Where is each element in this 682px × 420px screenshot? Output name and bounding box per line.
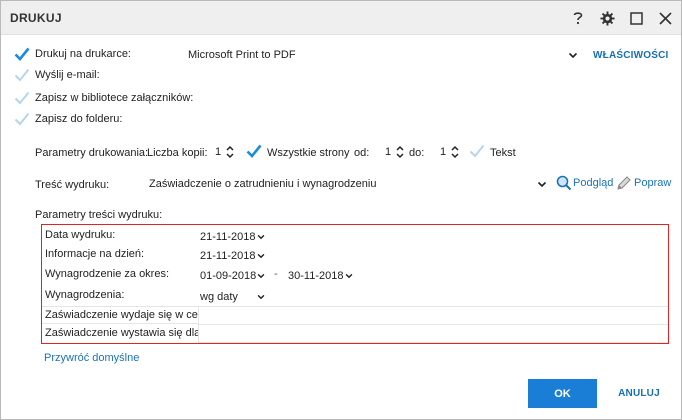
issued-for-label: Zaświadczenie wystawia się dla: [45,327,204,339]
salaries-select[interactable]: wg daty [198,288,268,305]
salaries-value: wg daty [200,290,238,303]
salaries-row: Wynagrodzenia: wg daty [42,287,668,305]
stepper-arrows-icon[interactable] [395,144,405,160]
print-on-printer-label: Drukuj na drukarce: [35,48,131,60]
edit-button[interactable]: Popraw [616,175,671,191]
from-page-stepper[interactable]: 1 [381,143,405,161]
close-icon[interactable] [654,7,676,29]
print-date-label: Data wydruku: [45,229,116,241]
all-pages-label: Wszystkie strony [267,147,350,159]
save-folder-label: Zapisz do folderu: [35,113,123,125]
maximize-icon[interactable] [625,7,647,29]
from-page-value: 1 [384,146,392,158]
to-page-stepper[interactable]: 1 [436,143,460,161]
print-params-label: Parametry drukowania: [35,147,149,159]
content-params-panel: Data wydruku: 21-11-2018 Informacje na d… [41,224,669,344]
salaries-label: Wynagrodzenia: [45,289,125,301]
chevron-down-icon [568,52,578,59]
save-attachments-label: Zapisz w bibliotece załączników: [35,92,194,104]
salary-period-label: Wynagrodzenie za okres: [45,268,170,280]
print-date-picker[interactable]: 21-11-2018 [198,228,268,245]
ok-button[interactable]: OK [528,379,597,408]
salary-period-from-value: 01-09-2018 [200,269,257,282]
chevron-down-icon [345,273,353,279]
title-bar: DRUKUJ [1,1,681,35]
gear-icon[interactable] [596,7,618,29]
salary-period-to-picker[interactable]: 30-11-2018 [286,267,356,284]
print-on-printer-checkbox[interactable] [14,46,30,62]
print-date-value: 21-11-2018 [200,230,256,243]
content-select[interactable]: Zaświadczenie o zatrudnieniu i wynagrodz… [145,175,551,193]
stepper-arrows-icon[interactable] [450,144,460,160]
print-date-row: Data wydruku: 21-11-2018 [42,227,668,245]
issued-for-input[interactable] [198,325,668,343]
content-label: Treść wydruku: [35,179,110,191]
print-dialog: DRUKUJ Drukuj na drukarce: Wyślij e-mail… [0,0,682,420]
printer-select-value: Microsoft Print to PDF [188,49,296,61]
cancel-button[interactable]: ANULUJ [608,379,670,408]
text-label: Tekst [490,147,516,159]
info-date-row: Informacje na dzień: 21-11-2018 [42,246,668,264]
to-page-label: do: [409,147,425,159]
to-page-value: 1 [439,146,447,158]
dialog-title: DRUKUJ [10,11,62,25]
purpose-label: Zaświadczenie wydaje się w celu: [45,309,210,321]
printer-properties-link[interactable]: WŁAŚCIWOŚCI [593,50,669,61]
chevron-down-icon [257,253,265,259]
copies-label: Liczba kopii: [147,147,208,159]
info-date-label: Informacje na dzień: [45,248,145,260]
salary-period-row: Wynagrodzenie za okres: 01-09-2018 - 30-… [42,266,668,284]
copies-stepper[interactable]: 1 [211,143,235,161]
from-page-label: od: [354,147,370,159]
salary-period-to-value: 30-11-2018 [288,269,344,282]
chevron-down-icon [537,181,547,188]
info-date-value: 21-11-2018 [200,249,256,262]
send-email-checkbox[interactable] [14,67,30,83]
content-select-value: Zaświadczenie o zatrudnieniu i wynagrodz… [149,178,377,190]
help-icon[interactable] [567,7,589,29]
salary-period-from-picker[interactable]: 01-09-2018 [198,267,268,284]
period-dash: - [274,268,278,280]
chevron-down-icon [257,294,265,300]
restore-defaults-link[interactable]: Przywróć domyślne [44,352,139,364]
save-folder-checkbox[interactable] [14,111,30,127]
content-params-label: Parametry treści wydruku: [35,209,163,221]
chevron-down-icon [257,234,265,240]
printer-select[interactable]: Microsoft Print to PDF [184,46,582,64]
info-date-picker[interactable]: 21-11-2018 [198,247,268,264]
stepper-arrows-icon[interactable] [225,144,235,160]
save-attachments-checkbox[interactable] [14,90,30,106]
all-pages-checkbox[interactable] [246,143,262,159]
send-email-label: Wyślij e-mail: [35,69,100,81]
chevron-down-icon [257,273,265,279]
issued-for-row: Zaświadczenie wystawia się dla: [42,325,668,343]
preview-label: Podgląd [573,177,614,189]
text-checkbox[interactable] [469,143,485,159]
copies-value: 1 [214,146,222,158]
edit-label: Popraw [634,177,672,189]
preview-button[interactable]: Podgląd [556,175,613,191]
pencil-icon [617,176,631,190]
magnifier-icon [556,175,572,191]
purpose-row: Zaświadczenie wydaje się w celu: [42,306,668,325]
purpose-input[interactable] [198,307,668,325]
